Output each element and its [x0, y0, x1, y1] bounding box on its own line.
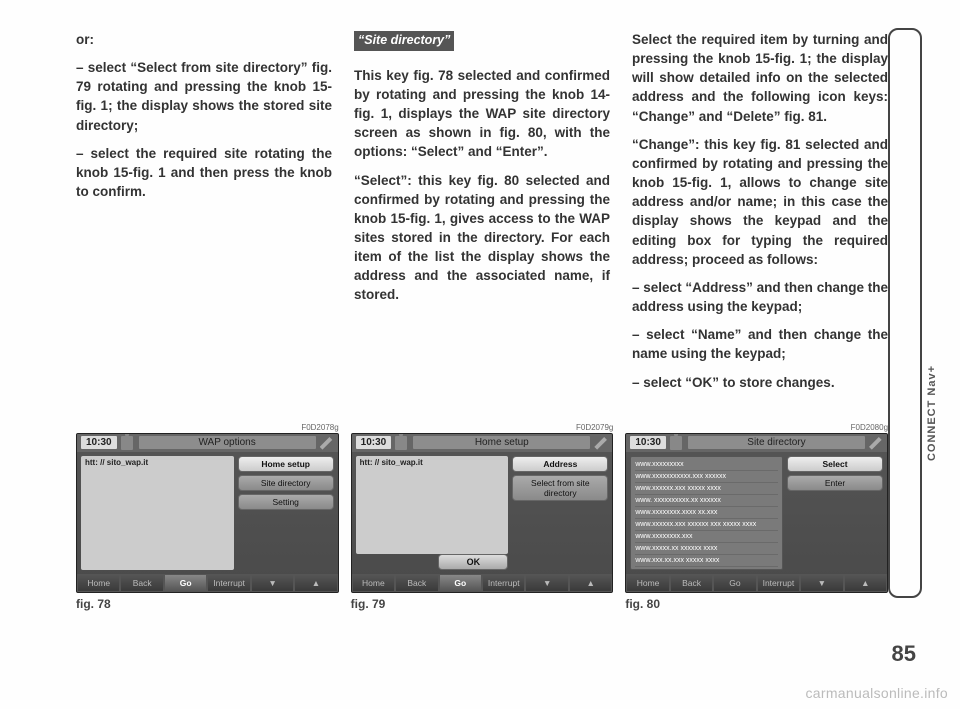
site-directory-list[interactable]: www.xxxxxxxxx www.xxxxxxxxxxx.xxx xxxxxx… — [630, 456, 783, 570]
col2-p1: This key fig. 78 selected and confirmed … — [354, 66, 610, 162]
screen-78-body: htt: // sito_wap.it Home setup Site dire… — [77, 452, 338, 574]
screens-row: F0D2078g 10:30 WAP options htt: // sito_… — [76, 423, 916, 611]
url-box: htt: // sito_wap.it — [81, 456, 234, 570]
column-2: “Site directory” This key fig. 78 select… — [354, 30, 610, 401]
footer-down[interactable]: ▼ — [800, 574, 843, 592]
fig-78-label: fig. 78 — [76, 597, 339, 611]
screen-80-body: www.xxxxxxxxx www.xxxxxxxxxxx.xxx xxxxxx… — [626, 452, 887, 574]
site-directory-button[interactable]: Site directory — [238, 475, 334, 491]
setting-button[interactable]: Setting — [238, 494, 334, 510]
footer-up[interactable]: ▲ — [569, 574, 612, 592]
footer-back[interactable]: Back — [395, 574, 438, 592]
fig-79-label: fig. 79 — [351, 597, 614, 611]
col1-p2: – select the required site rotating the … — [76, 144, 332, 201]
footer-interrupt[interactable]: Interrupt — [757, 574, 800, 592]
footer-down[interactable]: ▼ — [525, 574, 568, 592]
clock-value: 10:30 — [630, 436, 666, 449]
screen-80-header: 10:30 Site directory — [626, 434, 887, 452]
screen-79-ref: F0D2079g — [351, 423, 614, 432]
side-tab: CONNECT Nav+ — [888, 28, 922, 598]
ok-button[interactable]: OK — [438, 554, 508, 570]
list-item[interactable]: www.xxxxxx.xxx xxxxxx xxx xxxxx xxxx — [635, 519, 778, 531]
list-item[interactable]: www.xxxxx.xx xxxxxx xxxx — [635, 543, 778, 555]
phone-icon — [121, 436, 133, 450]
footer-up[interactable]: ▲ — [294, 574, 337, 592]
screen-79-title: Home setup — [413, 436, 590, 449]
watermark: carmanualsonline.info — [806, 685, 949, 701]
col1-p1: – select “Select from site directory” fi… — [76, 58, 332, 135]
list-item[interactable]: www.xxxxxxxxxxx.xxx xxxxxx — [635, 471, 778, 483]
screen-78: 10:30 WAP options htt: // sito_wap.it Ho… — [76, 433, 339, 593]
list-item[interactable]: www.xxx.xx.xxx xxxxx xxxx — [635, 555, 778, 567]
screen-79-header: 10:30 Home setup — [352, 434, 613, 452]
list-item[interactable]: www.xxxxxx.xxx — [635, 567, 778, 570]
phone-icon — [670, 436, 682, 450]
footer-go[interactable]: Go — [713, 574, 756, 592]
col3-p2: “Change”: this key fig. 81 selected and … — [632, 135, 888, 269]
screen-79: 10:30 Home setup htt: // sito_wap.it OK … — [351, 433, 614, 593]
screen-79-wrap: F0D2079g 10:30 Home setup htt: // sito_w… — [351, 423, 614, 611]
footer-go[interactable]: Go — [164, 574, 207, 592]
screen-80-ref: F0D2080g — [625, 423, 888, 432]
col3-p3: – select “Address” and then change the a… — [632, 278, 888, 316]
list-item[interactable]: www.xxxxxxxx.xxx — [635, 531, 778, 543]
address-button[interactable]: Address — [512, 456, 608, 472]
select-from-directory-button[interactable]: Select from site directory — [512, 475, 608, 501]
screen-78-ref: F0D2078g — [76, 423, 339, 432]
screen-78-header: 10:30 WAP options — [77, 434, 338, 452]
home-setup-button[interactable]: Home setup — [238, 456, 334, 472]
page-number: 85 — [892, 641, 916, 667]
footer-home[interactable]: Home — [352, 574, 395, 592]
footer-back[interactable]: Back — [120, 574, 163, 592]
list-item[interactable]: www.xxxxxxxx.xxxx xx.xxx — [635, 507, 778, 519]
col2-p2: “Select”: this key fig. 80 selected and … — [354, 171, 610, 305]
column-3: Select the required item by turning and … — [632, 30, 916, 401]
list-item[interactable]: www. xxxxxxxxxx.xx xxxxxx — [635, 495, 778, 507]
screen-79-body: htt: // sito_wap.it OK Address Select fr… — [352, 452, 613, 574]
clock-value: 10:30 — [81, 436, 117, 449]
select-button[interactable]: Select — [787, 456, 883, 472]
footer-home[interactable]: Home — [626, 574, 669, 592]
footer-interrupt[interactable]: Interrupt — [482, 574, 525, 592]
footer-up[interactable]: ▲ — [844, 574, 887, 592]
fig-80-label: fig. 80 — [625, 597, 888, 611]
screen-78-wrap: F0D2078g 10:30 WAP options htt: // sito_… — [76, 423, 339, 611]
footer-interrupt[interactable]: Interrupt — [207, 574, 250, 592]
col3-p5: – select “OK” to store changes. — [632, 373, 888, 392]
screen-78-title: WAP options — [139, 436, 316, 449]
pencil-icon — [320, 436, 334, 450]
screen-80-footer: Home Back Go Interrupt ▼ ▲ — [626, 574, 887, 592]
url-box: htt: // sito_wap.it — [356, 456, 509, 554]
enter-button[interactable]: Enter — [787, 475, 883, 491]
screen-80: 10:30 Site directory www.xxxxxxxxx www.x… — [625, 433, 888, 593]
side-tab-label: CONNECT Nav+ — [926, 365, 938, 461]
text-columns: or: – select “Select from site directory… — [76, 30, 916, 401]
screen-78-footer: Home Back Go Interrupt ▼ ▲ — [77, 574, 338, 592]
col2-heading: “Site directory” — [354, 31, 454, 51]
screen-80-wrap: F0D2080g 10:30 Site directory www.xxxxxx… — [625, 423, 888, 611]
footer-back[interactable]: Back — [670, 574, 713, 592]
footer-go[interactable]: Go — [439, 574, 482, 592]
footer-home[interactable]: Home — [77, 574, 120, 592]
phone-icon — [395, 436, 407, 450]
list-item[interactable]: www.xxxxxx.xxx xxxxx xxxx — [635, 483, 778, 495]
list-item[interactable]: www.xxxxxxxxx — [635, 459, 778, 471]
footer-down[interactable]: ▼ — [251, 574, 294, 592]
column-1: or: – select “Select from site directory… — [76, 30, 332, 401]
col3-p1: Select the required item by turning and … — [632, 30, 888, 126]
pencil-icon — [594, 436, 608, 450]
col3-p4: – select “Name” and then change the name… — [632, 325, 888, 363]
screen-80-title: Site directory — [688, 436, 865, 449]
pencil-icon — [869, 436, 883, 450]
col1-p0: or: — [76, 30, 332, 49]
clock-value: 10:30 — [356, 436, 392, 449]
screen-79-footer: Home Back Go Interrupt ▼ ▲ — [352, 574, 613, 592]
